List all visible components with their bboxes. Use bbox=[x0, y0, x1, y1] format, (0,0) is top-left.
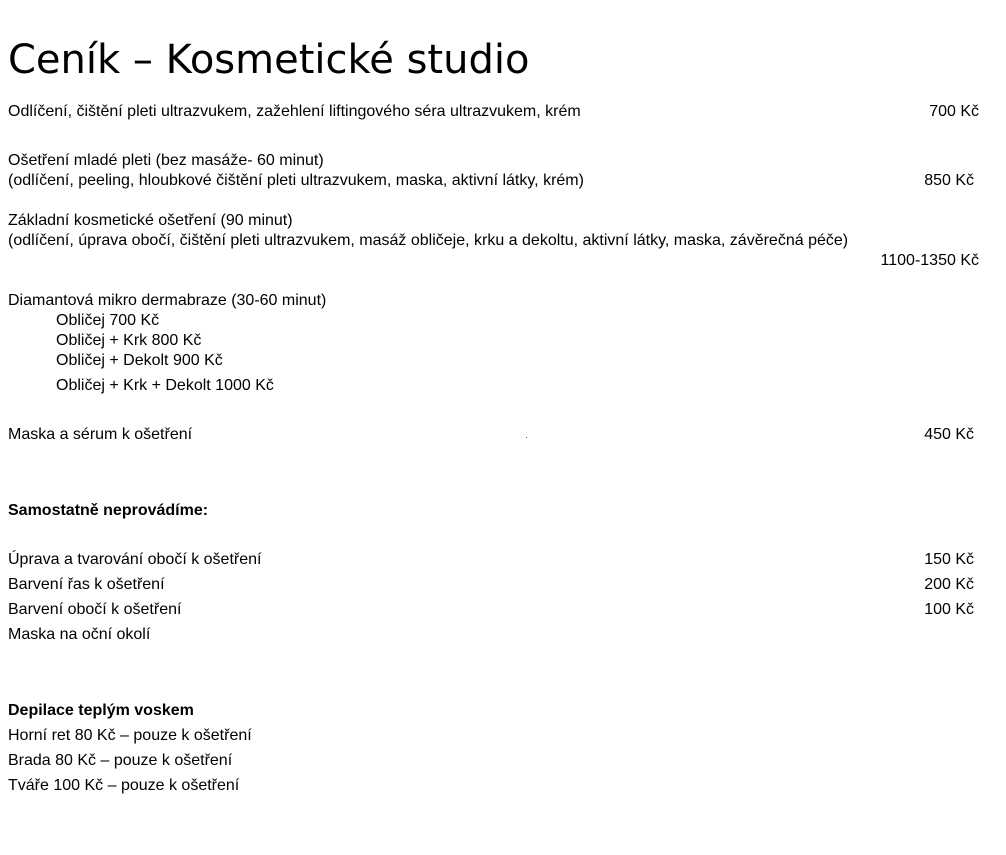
stray-dot bbox=[526, 437, 527, 438]
list-item: Obličej + Krk + Dekolt 1000 Kč bbox=[56, 377, 274, 394]
list-item: Barvení obočí k ošetření bbox=[8, 601, 182, 618]
page-title: Ceník – Kosmetické studio bbox=[8, 37, 530, 83]
item-price: 200 Kč bbox=[924, 576, 974, 593]
list-item: Maska na oční okolí bbox=[8, 626, 151, 643]
service-description: Maska a sérum k ošetření bbox=[8, 426, 193, 443]
item-price: 100 Kč bbox=[924, 601, 974, 618]
list-item: Barvení řas k ošetření bbox=[8, 576, 165, 593]
list-item: Obličej + Dekolt 900 Kč bbox=[56, 352, 223, 369]
item-price: 150 Kč bbox=[924, 551, 974, 568]
list-item: Úprava a tvarování obočí k ošetření bbox=[8, 551, 262, 568]
section-heading: Samostatně neprovádíme: bbox=[8, 502, 209, 519]
section-heading: Diamantová mikro dermabraze (30-60 minut… bbox=[8, 292, 327, 309]
list-item: Obličej 700 Kč bbox=[56, 312, 160, 329]
service-price: 450 Kč bbox=[924, 426, 974, 443]
service-title: Ošetření mladé pleti (bez masáže- 60 min… bbox=[8, 152, 324, 169]
list-item: Tváře 100 Kč – pouze k ošetření bbox=[8, 777, 240, 794]
service-details: (odlíčení, peeling, hloubkové čištění pl… bbox=[8, 172, 584, 189]
list-item: Brada 80 Kč – pouze k ošetření bbox=[8, 752, 233, 769]
list-item: Obličej + Krk 800 Kč bbox=[56, 332, 202, 349]
service-price: 700 Kč bbox=[929, 103, 979, 120]
section-heading: Depilace teplým voskem bbox=[8, 702, 194, 719]
service-price: 850 Kč bbox=[924, 172, 974, 189]
list-item: Horní ret 80 Kč – pouze k ošetření bbox=[8, 727, 252, 744]
service-description: Odlíčení, čištění pleti ultrazvukem, zaž… bbox=[8, 103, 581, 120]
service-price: 1100-1350 Kč bbox=[880, 252, 979, 269]
service-title: Základní kosmetické ošetření (90 minut) bbox=[8, 212, 293, 229]
service-details: (odlíčení, úprava obočí, čištění pleti u… bbox=[8, 232, 849, 249]
